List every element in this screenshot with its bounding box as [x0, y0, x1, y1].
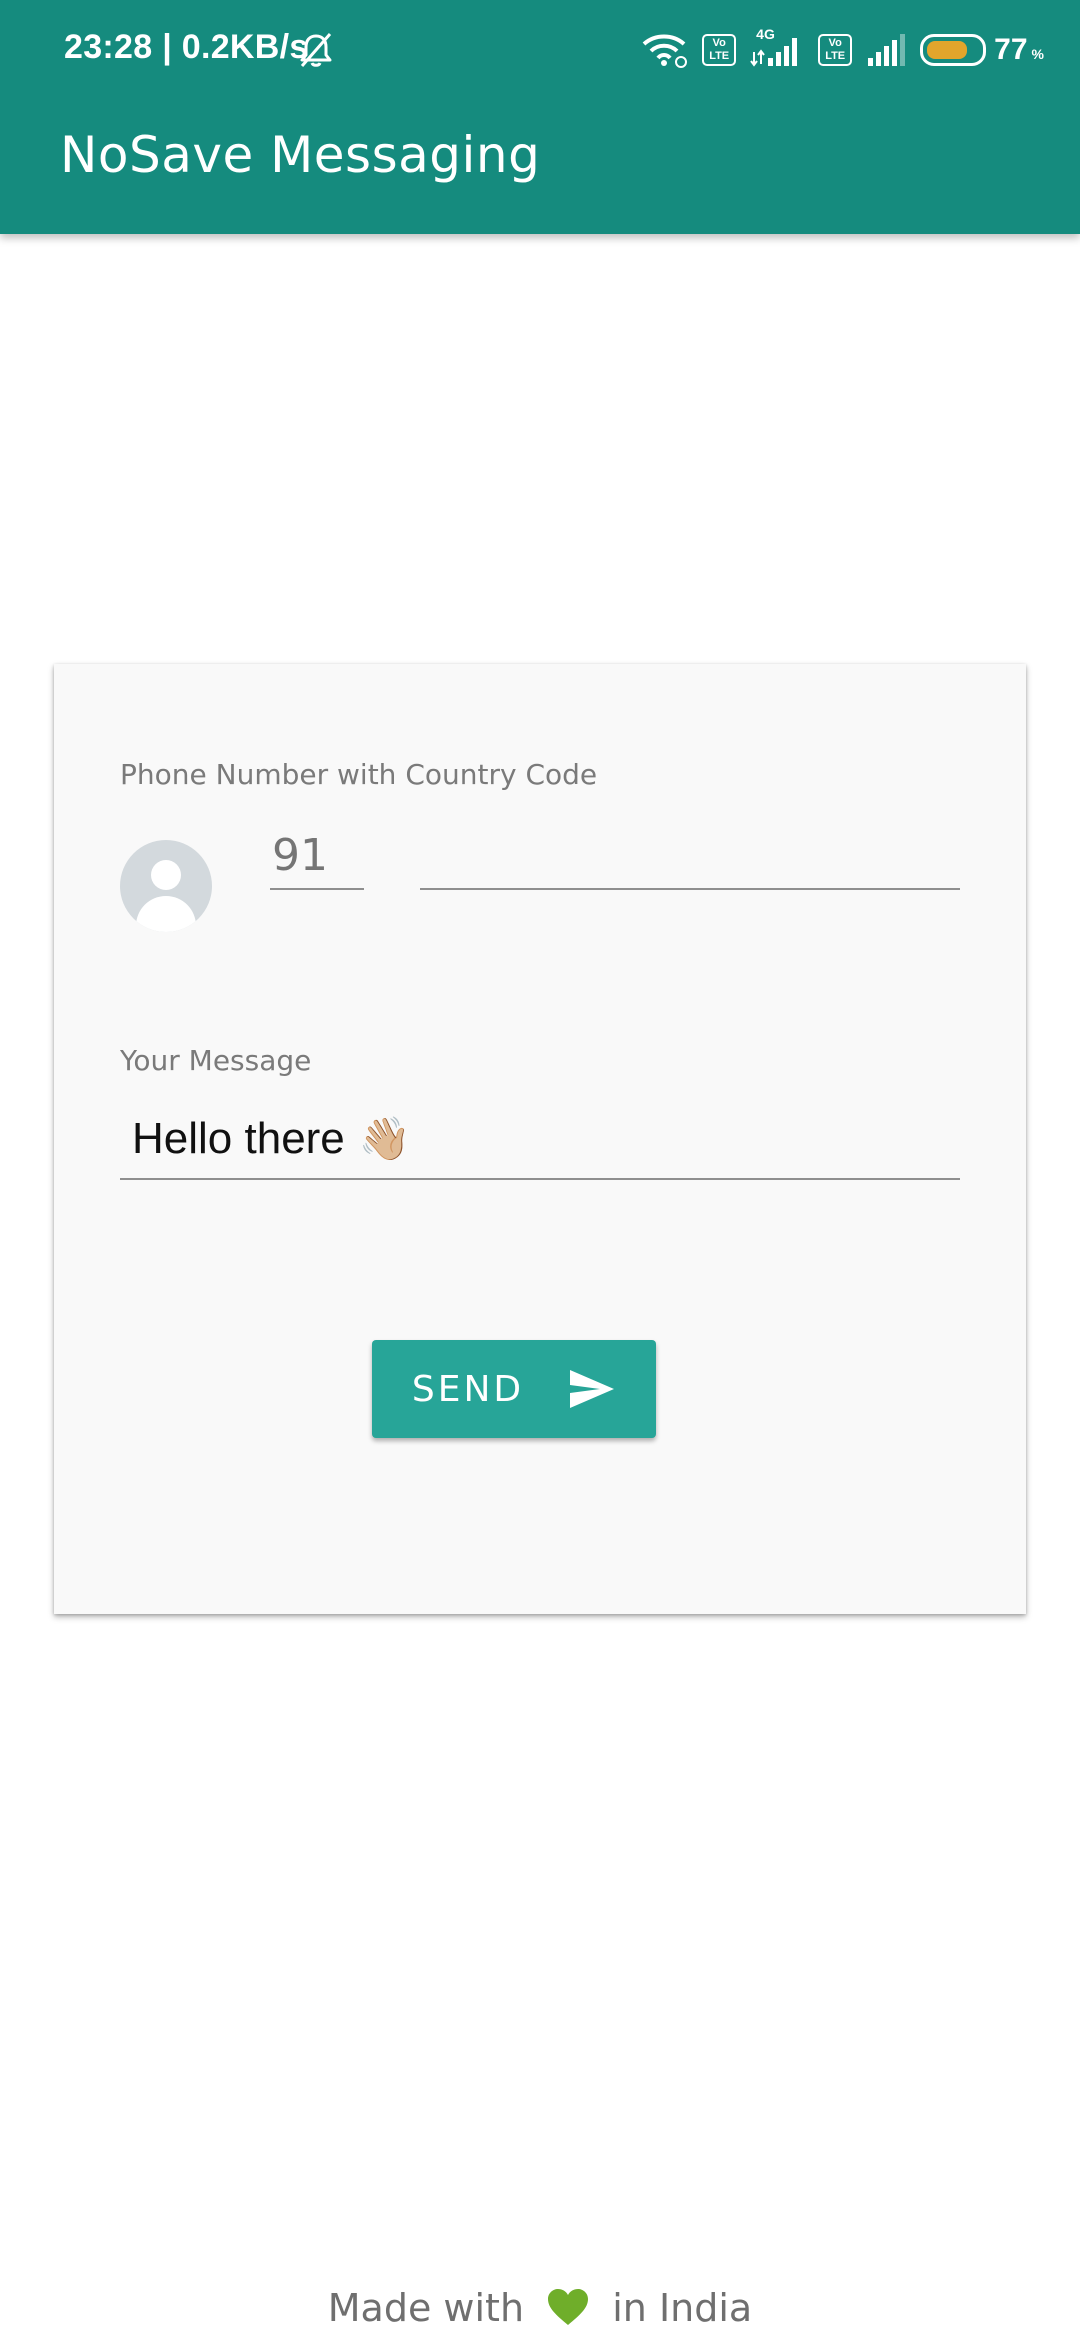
- message-input[interactable]: Hello there 👋🏼: [120, 1100, 960, 1180]
- send-label: SEND: [411, 1368, 525, 1410]
- footer: Made with in India: [0, 2286, 1080, 2330]
- battery-indicator: 77%: [920, 33, 1044, 67]
- contact-avatar-icon[interactable]: [120, 840, 212, 932]
- battery-percent: 77%: [994, 33, 1044, 66]
- app-title: NoSave Messaging: [60, 126, 541, 184]
- message-card: Phone Number with Country Code Your Mess…: [54, 664, 1026, 1614]
- bell-off-icon: [300, 33, 332, 67]
- volte-icon: Vo LTE: [702, 34, 737, 66]
- green-heart-icon: [548, 2289, 589, 2325]
- status-icons: Vo LTE 4G Vo LTE 77 %: [640, 26, 1044, 72]
- battery-icon: [920, 34, 987, 66]
- app-bar: 23:28 | 0.2KB/s Vo LTE 4G Vo LTE 77 % No…: [0, 0, 1080, 234]
- message-text: Hello there: [132, 1114, 345, 1163]
- send-icon: [570, 1370, 615, 1408]
- signal-icon-2: [868, 34, 906, 66]
- status-bar: 23:28 | 0.2KB/s Vo LTE 4G Vo LTE 77 %: [0, 0, 1080, 100]
- footer-prefix: Made with: [327, 2286, 525, 2330]
- status-time: 23:28 | 0.2KB/s: [64, 28, 309, 66]
- phone-label: Phone Number with Country Code: [120, 758, 598, 791]
- phone-number-input[interactable]: [420, 828, 960, 890]
- send-button[interactable]: SEND: [372, 1340, 656, 1438]
- message-label: Your Message: [120, 1044, 312, 1077]
- footer-suffix: in India: [612, 2286, 753, 2330]
- country-code-input[interactable]: [270, 828, 364, 890]
- waving-hand-icon: 👋🏼: [358, 1115, 412, 1162]
- signal-icon: 4G: [750, 26, 804, 70]
- volte-icon-2: Vo LTE: [818, 34, 853, 66]
- wifi-icon: [642, 34, 688, 68]
